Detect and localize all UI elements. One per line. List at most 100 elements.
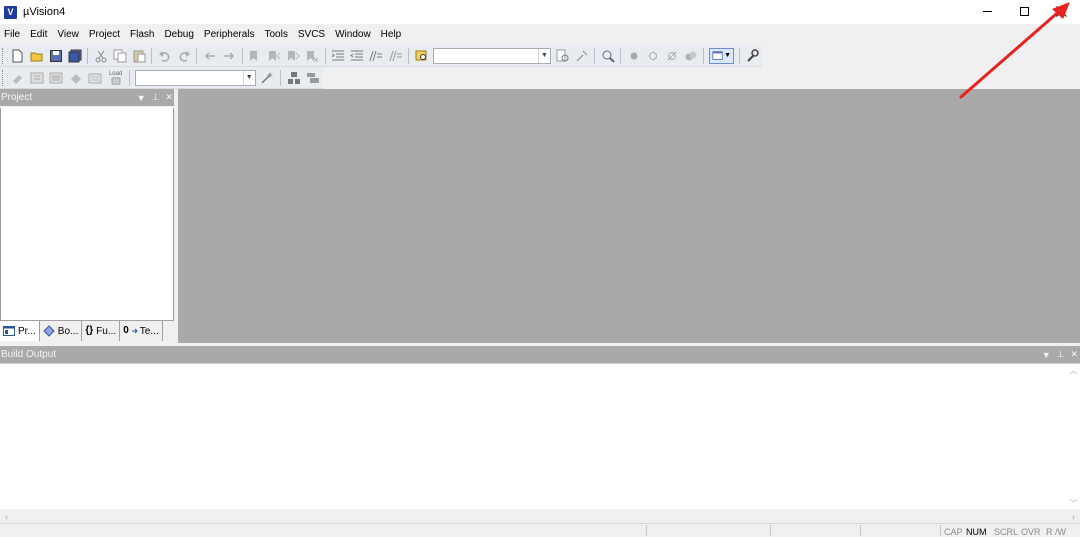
menu-peripherals[interactable]: Peripherals [199, 29, 260, 40]
maximize-button[interactable] [1005, 0, 1043, 22]
scroll-right-icon[interactable]: › [1067, 510, 1080, 523]
find-in-files-button[interactable] [414, 48, 429, 64]
target-options-button[interactable] [260, 70, 275, 86]
redo-button[interactable] [176, 48, 191, 64]
configure-button[interactable] [745, 48, 760, 64]
tab-project[interactable]: Pr... [0, 321, 40, 341]
translate-button[interactable] [10, 70, 25, 86]
copy-button[interactable] [112, 48, 127, 64]
insert-bookmark-button[interactable] [248, 48, 263, 64]
uncomment-button[interactable] [388, 48, 403, 64]
build-output-text[interactable] [0, 363, 1080, 509]
pin-icon[interactable]: ⊥ [1057, 349, 1065, 360]
save-button[interactable] [48, 48, 63, 64]
templates-arrow-icon [131, 328, 138, 334]
menu-debug[interactable]: Debug [159, 29, 198, 40]
project-panel-header: Project ▼ ⊥ ✕ [0, 89, 175, 106]
insert-breakpoint-button[interactable] [626, 48, 641, 64]
pin-icon[interactable]: ⊥ [152, 92, 160, 103]
close-panel-icon[interactable]: ✕ [1070, 349, 1078, 360]
menu-svcs[interactable]: SVCS [293, 29, 330, 40]
build-button[interactable] [29, 70, 44, 86]
save-all-button[interactable] [67, 48, 82, 64]
uncomment-icon [389, 50, 402, 61]
status-separator [860, 525, 861, 536]
build-target-combo[interactable]: ▼ [135, 69, 256, 86]
dropdown-icon[interactable]: ▼ [1042, 350, 1051, 360]
menu-file[interactable]: File [0, 29, 25, 40]
menu-flash[interactable]: Flash [125, 29, 159, 40]
download-button[interactable]: Load [107, 70, 124, 86]
incremental-find-button[interactable] [574, 48, 589, 64]
tab-books[interactable]: Bo... [39, 321, 83, 341]
menu-help[interactable]: Help [376, 29, 407, 40]
chevron-down-icon[interactable]: ▼ [537, 48, 550, 63]
menu-edit[interactable]: Edit [25, 29, 52, 40]
tab-templates[interactable]: 0 Te... [120, 321, 163, 341]
kill-breakpoints-button[interactable] [683, 48, 698, 64]
close-button[interactable] [1042, 0, 1080, 22]
uvision-app-icon[interactable]: V [4, 5, 17, 19]
undo-icon [158, 50, 170, 62]
menu-view[interactable]: View [52, 29, 84, 40]
debug-session-button[interactable] [600, 48, 615, 64]
caps-lock-indicator: CAP [944, 527, 963, 537]
manage-components-button[interactable] [286, 70, 301, 86]
incremental-find-icon [576, 50, 587, 61]
menu-project[interactable]: Project [84, 29, 125, 40]
scroll-down-icon[interactable]: ﹀ [1067, 497, 1080, 509]
tab-functions-label: Fu... [96, 325, 117, 337]
open-file-button[interactable] [29, 48, 44, 64]
minimize-button[interactable] [968, 0, 1006, 22]
magic-wand-icon [261, 71, 274, 84]
save-icon [49, 49, 62, 62]
window-layout-button[interactable]: ▼ [709, 47, 734, 64]
kill-breakpoints-icon [685, 51, 697, 60]
status-separator [646, 525, 647, 536]
file-extensions-button[interactable] [306, 70, 321, 86]
scroll-left-icon[interactable]: ‹ [0, 510, 13, 523]
download-icon [111, 76, 121, 85]
dropdown-icon[interactable]: ▼ [137, 93, 146, 103]
clear-bookmarks-button[interactable] [305, 48, 320, 64]
toolbar-separator [594, 47, 596, 64]
prev-bookmark-icon [269, 50, 281, 61]
templates-tab-icon: 0 [123, 325, 129, 336]
navigate-back-button[interactable] [202, 48, 217, 64]
toolbar-grip[interactable] [2, 69, 5, 86]
close-panel-icon[interactable]: ✕ [165, 92, 173, 103]
cut-button[interactable] [93, 48, 108, 64]
menu-window[interactable]: Window [330, 29, 376, 40]
tab-functions[interactable]: {} Fu... [82, 321, 121, 341]
toolbar-separator [129, 69, 131, 86]
prev-bookmark-button[interactable] [267, 48, 282, 64]
chevron-down-icon[interactable]: ▼ [242, 70, 255, 85]
new-file-button[interactable] [10, 48, 25, 64]
rebuild-button[interactable] [49, 70, 64, 86]
horizontal-scrollbar[interactable]: ‹ › [0, 510, 1080, 523]
indent-button[interactable] [331, 48, 346, 64]
find-button[interactable] [555, 48, 570, 64]
books-tab-icon [43, 325, 55, 337]
vertical-scrollbar[interactable]: ︿ ﹀ [1067, 364, 1080, 509]
paste-button[interactable] [131, 48, 146, 64]
comment-button[interactable] [369, 48, 384, 64]
find-combo[interactable]: ▼ [433, 47, 551, 64]
project-panel: Project ▼ ⊥ ✕ Pr... Bo... {} Fu... 0 Te.… [0, 89, 178, 343]
toolbar-grip[interactable] [2, 47, 5, 64]
translate-icon [12, 74, 22, 84]
unindent-button[interactable] [350, 48, 365, 64]
scroll-up-icon[interactable]: ︿ [1067, 364, 1080, 376]
navigate-forward-button[interactable] [221, 48, 236, 64]
undo-button[interactable] [157, 48, 172, 64]
disable-breakpoints-button[interactable] [664, 48, 679, 64]
menu-tools[interactable]: Tools [260, 29, 293, 40]
stop-build-button[interactable] [88, 70, 103, 86]
editor-area[interactable] [178, 89, 1080, 343]
arrow-left-icon [204, 51, 215, 60]
batch-build-button[interactable] [68, 70, 83, 86]
enable-breakpoint-button[interactable] [645, 48, 660, 64]
project-tree[interactable] [0, 107, 174, 321]
next-bookmark-button[interactable] [286, 48, 301, 64]
build-output-title: Build Output [1, 349, 57, 360]
